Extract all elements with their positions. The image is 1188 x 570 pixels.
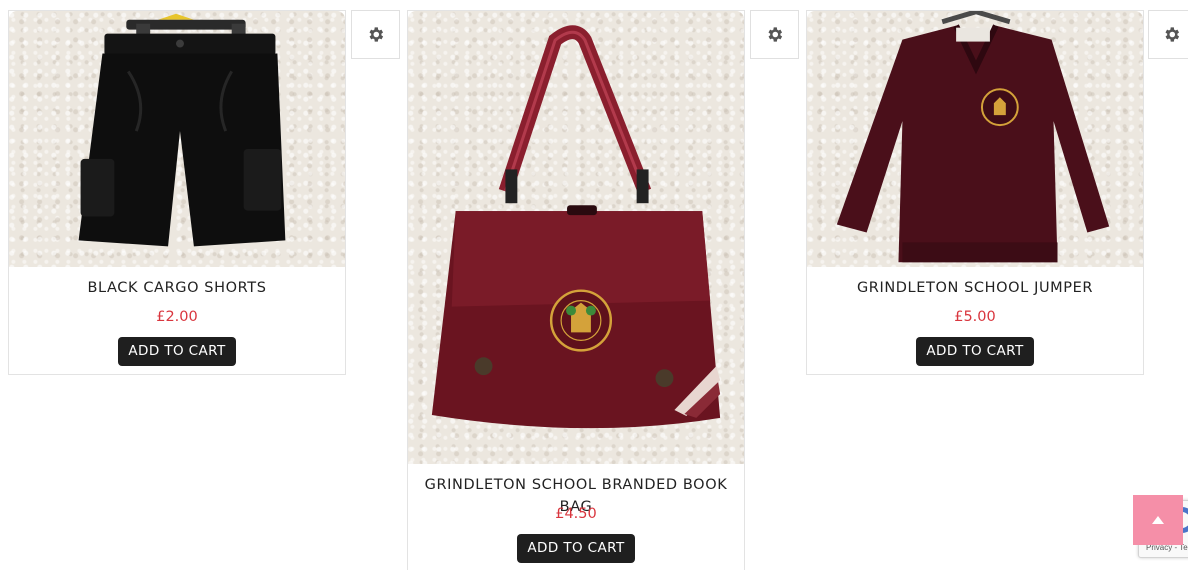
chevron-up-icon	[1152, 516, 1164, 524]
product-price: £2.00	[156, 309, 198, 325]
product-card-shorts[interactable]: BLACK CARGO SHORTS £2.00 ADD TO CART	[8, 10, 346, 375]
settings-button[interactable]	[1148, 10, 1188, 59]
product-image-jumper[interactable]	[807, 11, 1143, 267]
product-title[interactable]: BLACK CARGO SHORTS	[9, 277, 345, 299]
jumper-illustration	[836, 11, 1110, 263]
shorts-illustration	[78, 13, 286, 247]
product-title[interactable]: GRINDLETON SCHOOL BRANDED BOOK BAG	[408, 474, 744, 515]
product-grid: BLACK CARGO SHORTS £2.00 ADD TO CART GRI…	[0, 0, 1188, 570]
product-card-book-bag[interactable]: GRINDLETON SCHOOL BRANDED BOOK BAG £4.50…	[407, 10, 745, 570]
product-price: £5.00	[954, 309, 996, 325]
settings-button[interactable]	[351, 10, 400, 59]
product-card-jumper[interactable]: GRINDLETON SCHOOL JUMPER £5.00 ADD TO CA…	[806, 10, 1144, 375]
gear-icon	[768, 27, 783, 42]
add-to-cart-button[interactable]: ADD TO CART	[916, 337, 1034, 366]
product-price: £4.50	[555, 506, 597, 522]
add-to-cart-button[interactable]: ADD TO CART	[517, 534, 635, 563]
gear-icon	[369, 27, 384, 42]
product-info: GRINDLETON SCHOOL BRANDED BOOK BAG £4.50…	[408, 464, 744, 563]
back-to-top-button[interactable]	[1133, 495, 1183, 545]
settings-button[interactable]	[750, 10, 799, 59]
product-info: BLACK CARGO SHORTS £2.00 ADD TO CART	[9, 267, 345, 374]
gear-icon	[1165, 27, 1180, 42]
product-info: GRINDLETON SCHOOL JUMPER £5.00 ADD TO CA…	[807, 267, 1143, 374]
product-image-shorts[interactable]	[9, 11, 345, 267]
book-bag-illustration	[431, 25, 721, 429]
product-title[interactable]: GRINDLETON SCHOOL JUMPER	[807, 277, 1143, 299]
product-image-book-bag[interactable]	[408, 11, 744, 464]
add-to-cart-button[interactable]: ADD TO CART	[118, 337, 236, 366]
